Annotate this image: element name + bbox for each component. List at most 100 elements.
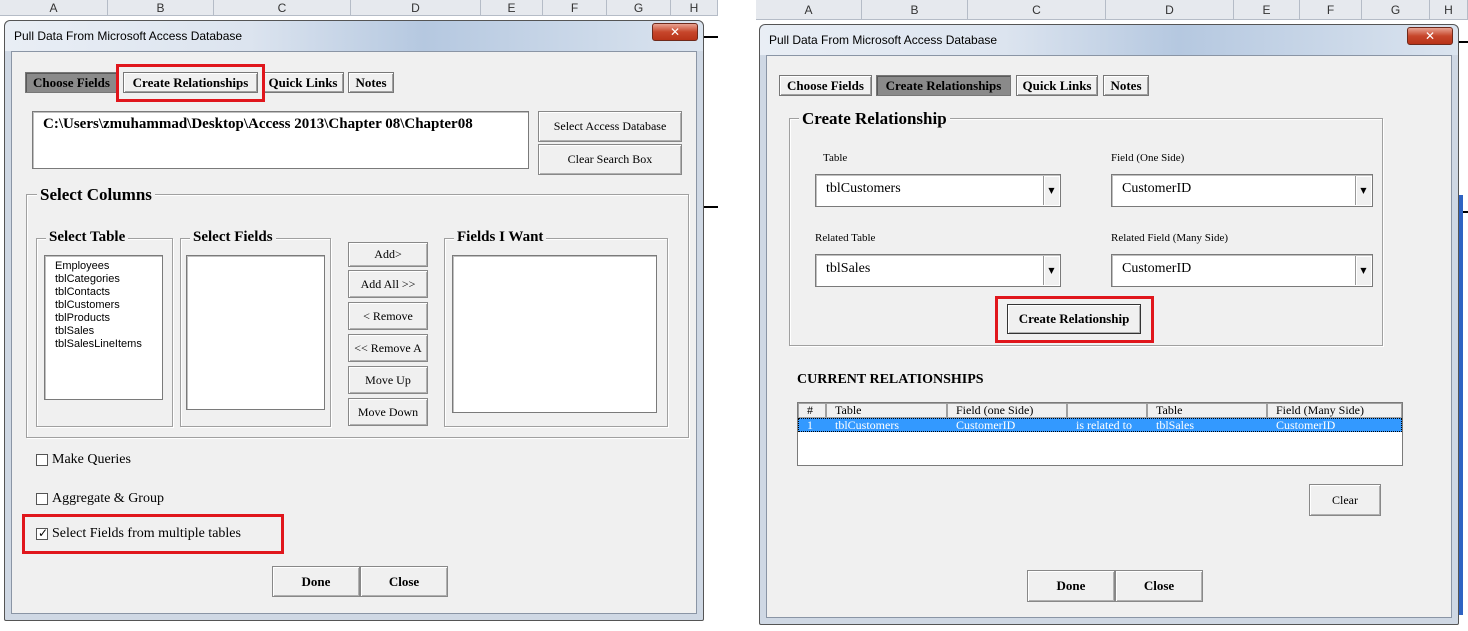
select-fields-caption: Select Fields: [190, 229, 276, 246]
create-relationship-caption: Create Relationship: [799, 109, 950, 129]
relationships-grid[interactable]: # Table Field (one Side) Table Field (Ma…: [797, 402, 1403, 466]
table-listbox[interactable]: Employees tblCategories tblContacts tblCust…: [44, 255, 163, 400]
title-bar[interactable]: Pull Data From Microsoft Access Database…: [760, 25, 1458, 55]
window-close-button[interactable]: ✕: [652, 23, 698, 41]
close-icon: ✕: [1424, 29, 1436, 43]
column-header[interactable]: E: [481, 0, 543, 16]
close-button[interactable]: Close: [360, 566, 448, 597]
column-header[interactable]: B: [862, 0, 968, 20]
grid-cell: 1: [807, 418, 813, 432]
grid-header-cell: #: [798, 403, 826, 418]
close-button[interactable]: Close: [1115, 570, 1203, 602]
chevron-down-icon[interactable]: ▼: [1043, 176, 1059, 205]
column-header[interactable]: A: [0, 0, 108, 16]
clear-search-box-button[interactable]: Clear Search Box: [538, 144, 682, 175]
column-header[interactable]: C: [968, 0, 1106, 20]
aggregate-group-checkbox[interactable]: [36, 493, 48, 505]
table-combobox[interactable]: tblCustomers ▼: [815, 174, 1061, 207]
list-item[interactable]: tblCategories: [45, 273, 162, 286]
table-list: Employees tblCategories tblContacts tblCust…: [45, 260, 162, 351]
current-relationships-label: CURRENT RELATIONSHIPS: [797, 372, 984, 387]
related-field-combo-value: CustomerID: [1122, 261, 1192, 276]
grid-cell: CustomerID: [956, 418, 1016, 432]
chevron-down-icon[interactable]: ▼: [1355, 256, 1371, 285]
chevron-down-icon[interactable]: ▼: [1355, 176, 1371, 205]
window-title: Pull Data From Microsoft Access Database: [769, 33, 998, 47]
chevron-down-icon[interactable]: ▼: [1043, 256, 1059, 285]
field-one-label: Field (One Side): [1111, 152, 1185, 164]
select-access-database-button[interactable]: Select Access Database: [538, 111, 682, 142]
tab-notes[interactable]: Notes: [348, 72, 394, 93]
fields-listbox[interactable]: [186, 255, 325, 410]
grid-header-cell: [1067, 403, 1147, 418]
database-path-textbox[interactable]: C:\Users\zmuhammad\Desktop\Access 2013\C…: [32, 111, 529, 169]
aggregate-group-label: Aggregate & Group: [52, 491, 164, 506]
tab-notes[interactable]: Notes: [1103, 75, 1149, 96]
list-item[interactable]: tblSales: [45, 325, 162, 338]
column-header[interactable]: E: [1234, 0, 1300, 20]
related-field-label: Related Field (Many Side): [1111, 232, 1229, 244]
move-down-button[interactable]: Move Down: [348, 398, 428, 426]
column-header[interactable]: G: [1362, 0, 1430, 20]
scrollbar-thumb: [1459, 195, 1463, 615]
column-header[interactable]: H: [1430, 0, 1468, 20]
column-header[interactable]: G: [607, 0, 671, 16]
fields-i-want-caption: Fields I Want: [454, 229, 547, 246]
window-close-button[interactable]: ✕: [1407, 27, 1453, 45]
column-header[interactable]: C: [214, 0, 351, 16]
grid-header-cell: Field (Many Side): [1267, 403, 1402, 418]
close-icon: ✕: [669, 25, 681, 39]
related-table-label: Related Table: [815, 232, 876, 244]
done-button[interactable]: Done: [1027, 570, 1115, 602]
column-header[interactable]: D: [351, 0, 481, 16]
add-button[interactable]: Add>: [348, 242, 428, 267]
title-bar[interactable]: Pull Data From Microsoft Access Database…: [5, 21, 703, 51]
grid-cell: tblSales: [1156, 418, 1194, 432]
move-up-button[interactable]: Move Up: [348, 366, 428, 394]
grid-cell: tblCustomers: [835, 418, 900, 432]
add-all-button[interactable]: Add All >>: [348, 270, 428, 298]
grid-header-cell: Table: [826, 403, 947, 418]
column-header[interactable]: A: [756, 0, 862, 20]
list-item[interactable]: tblCustomers: [45, 299, 162, 312]
column-header[interactable]: F: [543, 0, 607, 16]
column-header[interactable]: H: [671, 0, 718, 16]
remove-button[interactable]: < Remove: [348, 302, 428, 330]
table-row[interactable]: 1 tblCustomers CustomerID is related to …: [798, 418, 1402, 432]
column-header-row: A B C D E F G H: [756, 0, 1468, 20]
make-queries-label: Make Queries: [52, 452, 131, 467]
related-table-combobox[interactable]: tblSales ▼: [815, 254, 1061, 287]
column-header[interactable]: F: [1300, 0, 1362, 20]
list-item[interactable]: tblContacts: [45, 286, 162, 299]
field-one-combo-value: CustomerID: [1122, 181, 1192, 196]
make-queries-checkbox[interactable]: [36, 454, 48, 466]
list-item[interactable]: tblSalesLineItems: [45, 338, 162, 351]
window-title: Pull Data From Microsoft Access Database: [14, 29, 243, 43]
column-header[interactable]: D: [1106, 0, 1234, 20]
grid-cell: is related to: [1076, 418, 1132, 432]
dialog-client-area: Choose Fields Create Relationships Quick…: [11, 51, 697, 614]
related-field-combobox[interactable]: CustomerID ▼: [1111, 254, 1373, 287]
dialog-window-left: Pull Data From Microsoft Access Database…: [4, 20, 704, 621]
done-button[interactable]: Done: [272, 566, 360, 597]
fields-i-want-listbox[interactable]: [452, 255, 657, 413]
tab-create-relationships[interactable]: Create Relationships: [876, 75, 1011, 96]
database-path-text: C:\Users\zmuhammad\Desktop\Access 2013\C…: [43, 116, 473, 132]
tab-quick-links[interactable]: Quick Links: [1016, 75, 1098, 96]
tab-quick-links[interactable]: Quick Links: [262, 72, 344, 93]
column-header[interactable]: B: [108, 0, 214, 16]
select-columns-caption: Select Columns: [37, 185, 155, 205]
remove-all-button[interactable]: << Remove A: [348, 334, 428, 362]
field-one-combobox[interactable]: CustomerID ▼: [1111, 174, 1373, 207]
highlight-box: [116, 64, 265, 102]
column-header-row: A B C D E F G H: [0, 0, 718, 16]
tab-choose-fields[interactable]: Choose Fields: [779, 75, 872, 96]
grid-cell: CustomerID: [1276, 418, 1336, 432]
list-item[interactable]: tblProducts: [45, 312, 162, 325]
select-table-caption: Select Table: [46, 229, 129, 246]
tab-choose-fields[interactable]: Choose Fields: [25, 72, 118, 93]
related-table-combo-value: tblSales: [826, 261, 871, 276]
clear-button[interactable]: Clear: [1309, 484, 1381, 516]
list-item[interactable]: Employees: [45, 260, 162, 273]
table-label: Table: [823, 152, 848, 164]
